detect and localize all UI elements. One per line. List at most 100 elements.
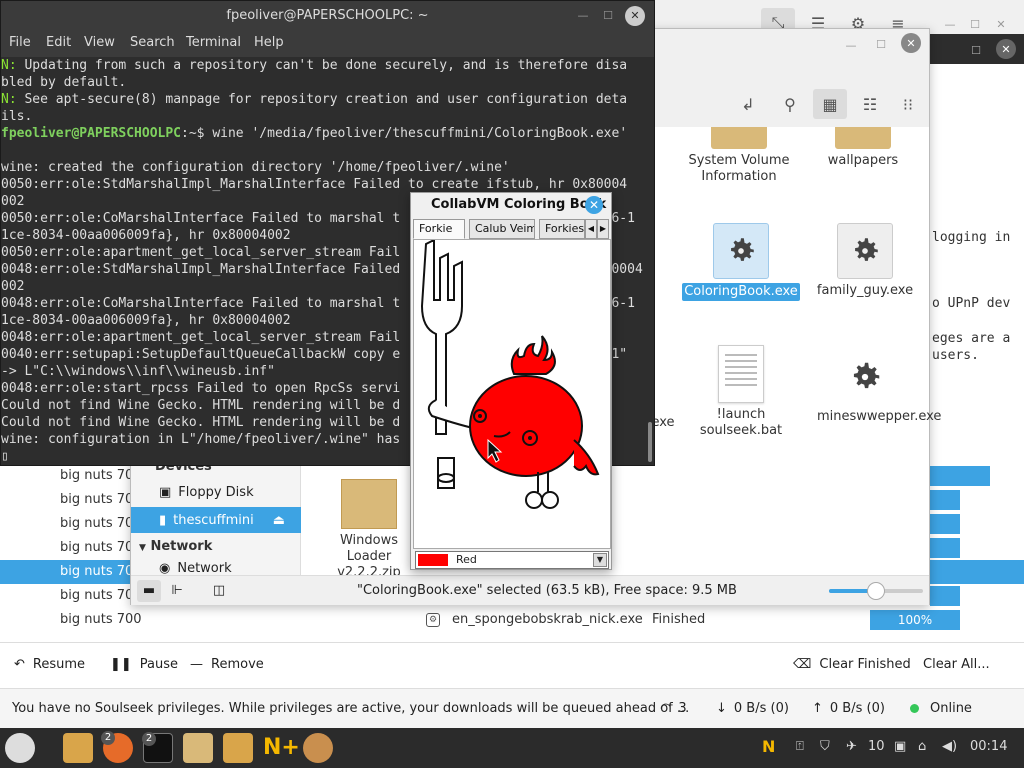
- places-toggle-icon[interactable]: ▬: [137, 580, 161, 602]
- eject-icon[interactable]: ⏏: [273, 513, 285, 528]
- progress-bar: [930, 538, 960, 558]
- maximize-icon[interactable]: ☐: [966, 40, 986, 60]
- file-manager-statusbar: ▬ ⊩ ◫ "ColoringBook.exe" selected (63.5 …: [131, 575, 929, 605]
- hide-sidebar-icon[interactable]: ◫: [207, 580, 231, 602]
- clock[interactable]: 00:14: [970, 739, 1007, 754]
- notifications-icon[interactable]: ✈: [846, 739, 857, 754]
- sidebar-item-network[interactable]: ◉ Network: [131, 561, 301, 575]
- sidebar-header-network[interactable]: ▼ Network: [139, 539, 212, 554]
- close-icon[interactable]: ✕: [901, 33, 921, 53]
- terminal-line: fpeoliver@PAPERSCHOOLPC:~$ wine '/media/…: [1, 125, 644, 142]
- folder-icon[interactable]: [223, 733, 253, 763]
- zoom-slider-handle[interactable]: [867, 582, 885, 600]
- file-item[interactable]: !launch soulseek.bat: [679, 345, 803, 439]
- update-manager-icon[interactable]: ⍐: [796, 739, 804, 754]
- soulseek-icon[interactable]: N+: [263, 733, 300, 763]
- close-icon[interactable]: ✕: [625, 6, 645, 26]
- terminal-line-text: 002: [1, 279, 25, 294]
- tab-scroll-right-icon[interactable]: ▶: [597, 219, 609, 239]
- tab-forkies[interactable]: Forkies: [539, 219, 585, 239]
- clear-all-button[interactable]: Clear All...: [923, 657, 990, 672]
- maximize-icon[interactable]: ☐: [871, 34, 891, 54]
- connections: ◠ 3: [660, 701, 687, 716]
- remove-label: Remove: [211, 657, 264, 672]
- tab-forkie[interactable]: Forkie: [413, 219, 465, 239]
- archive-icon[interactable]: [183, 733, 213, 763]
- sidebar-item-floppy[interactable]: ▣ Floppy Disk: [131, 479, 301, 505]
- firefox-icon[interactable]: 2: [101, 731, 133, 763]
- close-icon[interactable]: ✕: [991, 14, 1011, 34]
- volume-level[interactable]: 10: [868, 739, 885, 754]
- minimize-icon[interactable]: —: [573, 6, 593, 26]
- compact-view-icon[interactable]: ⁝⁝: [891, 89, 925, 119]
- sidebar-item-thescuffmini[interactable]: ▮ thescuffmini ⏏: [131, 507, 301, 533]
- speaker-icon[interactable]: ◀): [942, 739, 957, 754]
- resume-label: Resume: [32, 657, 86, 672]
- shield-icon[interactable]: ⛉: [820, 739, 830, 754]
- picture-tabs: Forkie Calub Veim Forkies ◀ ▶: [413, 219, 609, 239]
- resume-button[interactable]: ↶ Resume: [14, 657, 85, 672]
- soulseek-tray-icon[interactable]: N: [762, 737, 775, 756]
- file-item[interactable]: wallpapers: [803, 127, 923, 169]
- file-item[interactable]: ColoringBook.exe: [679, 223, 803, 301]
- maximize-icon[interactable]: ☐: [965, 14, 985, 34]
- online-label: Online: [930, 701, 972, 716]
- online-status[interactable]: Online: [910, 701, 972, 716]
- scrollbar-thumb[interactable]: [648, 422, 652, 462]
- terminal-icon[interactable]: 2: [142, 732, 173, 763]
- selection-status: "ColoringBook.exe" selected (63.5 kB), F…: [357, 583, 737, 598]
- coloring-canvas[interactable]: [413, 238, 611, 549]
- clipboard-icon[interactable]: ▣: [894, 739, 906, 754]
- terminal-line: N: Updating from such a repository can't…: [1, 57, 644, 74]
- dropdown-arrow-icon[interactable]: ▼: [593, 553, 607, 567]
- file-item[interactable]: family_guy.exe: [803, 223, 927, 299]
- search-icon[interactable]: ⚲: [773, 89, 807, 119]
- arrow-up-icon: ↑: [812, 701, 823, 716]
- chevron-down-icon: ▼: [139, 543, 146, 553]
- menu-file[interactable]: File: [9, 35, 31, 50]
- mint-menu-icon[interactable]: [5, 733, 35, 763]
- window-count-badge: 2: [142, 732, 156, 746]
- terminal-line-text: 0048:err:ole:apartment_get_local_server_…: [1, 330, 401, 345]
- menu-search[interactable]: Search: [130, 35, 175, 50]
- list-view-icon[interactable]: ☷: [853, 89, 887, 119]
- pause-label: Pause: [139, 657, 179, 672]
- minimize-icon[interactable]: —: [841, 35, 861, 55]
- grid-view-icon[interactable]: ▦: [813, 89, 847, 119]
- menu-edit[interactable]: Edit: [46, 35, 71, 50]
- color-select[interactable]: Red ▼: [415, 551, 609, 569]
- window-title: CollabVM Coloring Book: [431, 197, 607, 212]
- close-icon[interactable]: ✕: [585, 196, 603, 214]
- file-item[interactable]: System Volume Information: [679, 127, 799, 185]
- window-title: fpeoliver@PAPERSCHOOLPC: ~: [226, 8, 429, 23]
- color-swatch: [418, 554, 448, 566]
- terminal-line-text: Updating from such a repository can't be…: [24, 58, 628, 73]
- pause-button[interactable]: ❚❚ Pause: [110, 657, 178, 672]
- gear-icon: ⚙: [426, 613, 440, 627]
- menu-terminal[interactable]: Terminal: [186, 35, 241, 50]
- minimize-icon[interactable]: —: [940, 14, 960, 34]
- clear-all-label: Clear All...: [923, 657, 990, 672]
- clear-finished-button[interactable]: ⌫ Clear Finished: [793, 657, 911, 672]
- close-icon[interactable]: ✕: [996, 39, 1016, 59]
- tab-scroll-left-icon[interactable]: ◀: [585, 219, 597, 239]
- menu-help[interactable]: Help: [254, 35, 284, 50]
- tree-toggle-icon[interactable]: ⊩: [165, 580, 189, 602]
- downloads-actions: ↶ Resume ❚❚ Pause — Remove ⌫ Clear Finished …: [0, 642, 1024, 686]
- menu-view[interactable]: View: [84, 35, 115, 50]
- file-item[interactable]: mineswwepper.exe: [803, 349, 941, 425]
- paint-palette-icon[interactable]: [303, 733, 333, 763]
- maximize-icon[interactable]: ☐: [598, 6, 618, 26]
- tab-calub-veim[interactable]: Calub Veim: [469, 219, 535, 239]
- network-icon[interactable]: ⌂: [918, 739, 926, 754]
- table-row[interactable]: big nuts 700 ⚙ en_spongebobskrab_nick.ex…: [0, 608, 1024, 632]
- taskbar: 2 2 N+ N ⍐ ⛉ ✈ 10 ▣ ⌂ ◀) 00:14: [0, 728, 1024, 768]
- toggle-location-icon[interactable]: ↲: [731, 89, 765, 119]
- terminal-scrollbar[interactable]: [646, 57, 654, 465]
- remove-button[interactable]: — Remove: [190, 657, 264, 672]
- coloring-book-window: CollabVM Coloring Book ✕ Forkie Calub Ve…: [410, 192, 612, 570]
- file-manager-icon[interactable]: [63, 733, 93, 763]
- network-icon: ◉: [159, 561, 171, 575]
- zoom-slider[interactable]: [829, 582, 923, 600]
